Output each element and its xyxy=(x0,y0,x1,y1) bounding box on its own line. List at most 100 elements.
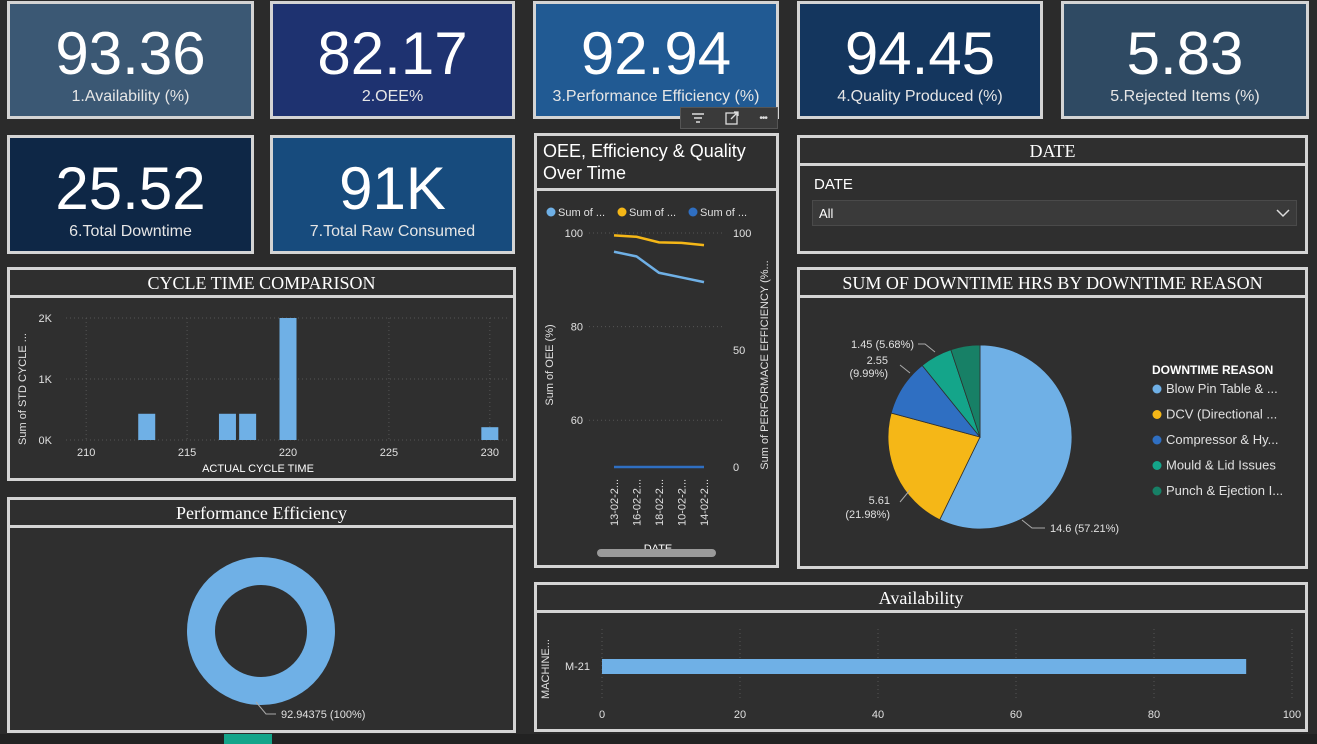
x-tick-label: 40 xyxy=(872,709,884,721)
kpi-rejected-items[interactable]: 5.83 5.Rejected Items (%) xyxy=(1061,1,1309,119)
cycle-time-chart[interactable]: CYCLE TIME COMPARISON 0K 1K 2K 210 215 220 225… xyxy=(7,267,516,481)
x-tick-label: 220 xyxy=(279,447,297,459)
more-options-icon[interactable]: ••• xyxy=(759,113,767,124)
bar xyxy=(481,427,499,440)
y-tick-label: 2K xyxy=(39,313,53,325)
donut-slice xyxy=(187,557,335,705)
legend-label: Sum of ... xyxy=(558,207,605,219)
date-slicer: DATE DATE All xyxy=(797,135,1308,254)
oee-efficiency-quality-chart[interactable]: OEE, Efficiency & Quality Over Time Sum … xyxy=(534,133,779,568)
x-tick-label: 13-02-2... xyxy=(609,479,621,526)
bar xyxy=(218,413,236,440)
donut-chart-canvas: 92.94375 (100%) xyxy=(187,557,365,721)
leader-line xyxy=(899,364,911,374)
bar xyxy=(602,659,1247,674)
x-axis-title: ACTUAL CYCLE TIME xyxy=(202,463,314,475)
legend-label: Compressor & Hy... xyxy=(1166,432,1278,447)
page-tab-strip xyxy=(0,734,1317,744)
leader-line xyxy=(899,489,911,503)
kpi-value: 93.36 xyxy=(55,20,206,87)
y-left-tick-label: 100 xyxy=(565,228,583,240)
slice-label: 92.94375 (100%) xyxy=(281,709,365,721)
legend-label: Blow Pin Table & ... xyxy=(1166,381,1278,396)
date-dropdown[interactable]: All xyxy=(812,200,1297,226)
kpi-label: 3.Performance Efficiency (%) xyxy=(552,88,760,105)
kpi-total-downtime[interactable]: 25.52 6.Total Downtime xyxy=(7,135,254,254)
y-axis-title: MACHINE... xyxy=(540,639,552,699)
bar xyxy=(138,413,156,440)
y-tick-label: M-21 xyxy=(565,661,590,673)
legend-marker xyxy=(546,207,556,217)
y-right-tick-label: 50 xyxy=(733,345,745,357)
legend-title: DOWNTIME REASON xyxy=(1152,363,1273,377)
slice-label: (21.98%) xyxy=(845,509,890,521)
x-tick-label: 14-02-2... xyxy=(699,479,711,526)
kpi-availability[interactable]: 93.36 1.Availability (%) xyxy=(7,1,254,119)
active-page-tab[interactable] xyxy=(224,734,272,744)
cycle-chart-canvas: 0K 1K 2K 210 215 220 225 230 ACTUAL CYCLE TIME Su… xyxy=(17,313,510,475)
legend-label: DCV (Directional ... xyxy=(1166,407,1277,422)
legend-marker xyxy=(1152,410,1162,419)
x-tick-label: 10-02-2... xyxy=(677,479,689,526)
leader-line xyxy=(1021,519,1045,529)
kpi-label: 7.Total Raw Consumed xyxy=(309,222,476,240)
legend-label: Punch & Ejection I... xyxy=(1166,483,1283,498)
y-right-tick-label: 100 xyxy=(733,228,751,240)
bar xyxy=(279,318,297,440)
x-tick-label: 210 xyxy=(77,447,95,459)
series-line xyxy=(613,250,705,284)
performance-efficiency-donut[interactable]: Performance Efficiency 92.94375 (100%) xyxy=(7,497,516,733)
focus-mode-icon[interactable] xyxy=(725,111,739,125)
filter-icon[interactable] xyxy=(691,112,705,124)
slice-label: 1.45 (5.68%) xyxy=(851,339,914,351)
kpi-oee[interactable]: 82.17 2.OEE% xyxy=(270,1,515,119)
y-axis-title: Sum of STD CYCLE ... xyxy=(17,333,29,445)
x-tick-label: 60 xyxy=(1010,709,1022,721)
leader-line xyxy=(918,343,936,353)
slice-label: (9.99%) xyxy=(849,368,888,380)
slice-label: 2.55 xyxy=(867,355,888,367)
y-right-axis-title: Sum of PERFORMACE EFFICIENCY (%... xyxy=(759,260,771,469)
kpi-label: 1.Availability (%) xyxy=(71,88,190,105)
kpi-label: 2.OEE% xyxy=(361,88,424,105)
pie-chart-canvas: 14.6 (57.21%) 5.61 (21.98%) 2.55(9.99%) 1.45… xyxy=(845,339,1283,535)
slicer-title: DATE xyxy=(800,138,1305,166)
horizontal-scrollbar[interactable] xyxy=(597,549,716,557)
line-chart-canvas: Sum of ... Sum of ... Sum of ... 100 80 60 100… xyxy=(544,207,771,555)
x-tick-label: 215 xyxy=(178,447,196,459)
y-left-axis-title: Sum of OEE (%) xyxy=(544,324,556,405)
kpi-performance-efficiency[interactable]: 92.94 3.Performance Efficiency (%) xyxy=(533,1,779,119)
kpi-value: 92.94 xyxy=(580,20,732,87)
legend-marker xyxy=(1152,384,1162,394)
x-tick-label: 0 xyxy=(599,709,605,721)
slice-label: 14.6 (57.21%) xyxy=(1050,523,1119,535)
legend-marker xyxy=(688,207,698,217)
date-dropdown-value: All xyxy=(819,206,834,221)
availability-bar-chart[interactable]: Availability 0 20 40 60 80 100 M-21 MACHINE... xyxy=(534,582,1308,732)
x-tick-label: 20 xyxy=(734,709,746,721)
y-right-tick-label: 0 xyxy=(733,462,739,474)
y-tick-label: 1K xyxy=(39,374,53,386)
kpi-value: 91K xyxy=(339,154,446,222)
y-tick-label: 0K xyxy=(39,435,53,447)
kpi-quality-produced[interactable]: 94.45 4.Quality Produced (%) xyxy=(797,1,1043,119)
x-tick-label: 230 xyxy=(481,447,499,459)
legend-label: Sum of ... xyxy=(700,207,747,219)
slicer-label: DATE xyxy=(814,176,853,193)
chevron-down-icon xyxy=(1276,207,1290,219)
x-tick-label: 100 xyxy=(1283,709,1301,721)
downtime-pie-chart[interactable]: SUM OF DOWNTIME HRS BY DOWNTIME REASON 1… xyxy=(797,267,1308,569)
kpi-label: 6.Total Downtime xyxy=(69,222,192,240)
y-left-tick-label: 80 xyxy=(571,322,583,334)
kpi-value: 82.17 xyxy=(317,20,468,87)
y-left-tick-label: 60 xyxy=(571,415,583,427)
kpi-value: 5.83 xyxy=(1126,20,1244,87)
visual-toolbar: ••• xyxy=(680,107,778,129)
x-tick-label: 18-02-2... xyxy=(654,479,666,526)
kpi-total-raw-consumed[interactable]: 91K 7.Total Raw Consumed xyxy=(270,135,515,254)
availability-chart-canvas: 0 20 40 60 80 100 M-21 MACHINE... xyxy=(540,629,1301,721)
x-tick-label: 80 xyxy=(1148,709,1160,721)
kpi-value: 94.45 xyxy=(844,20,996,87)
legend-label: Sum of ... xyxy=(629,207,676,219)
legend-marker xyxy=(617,207,627,217)
